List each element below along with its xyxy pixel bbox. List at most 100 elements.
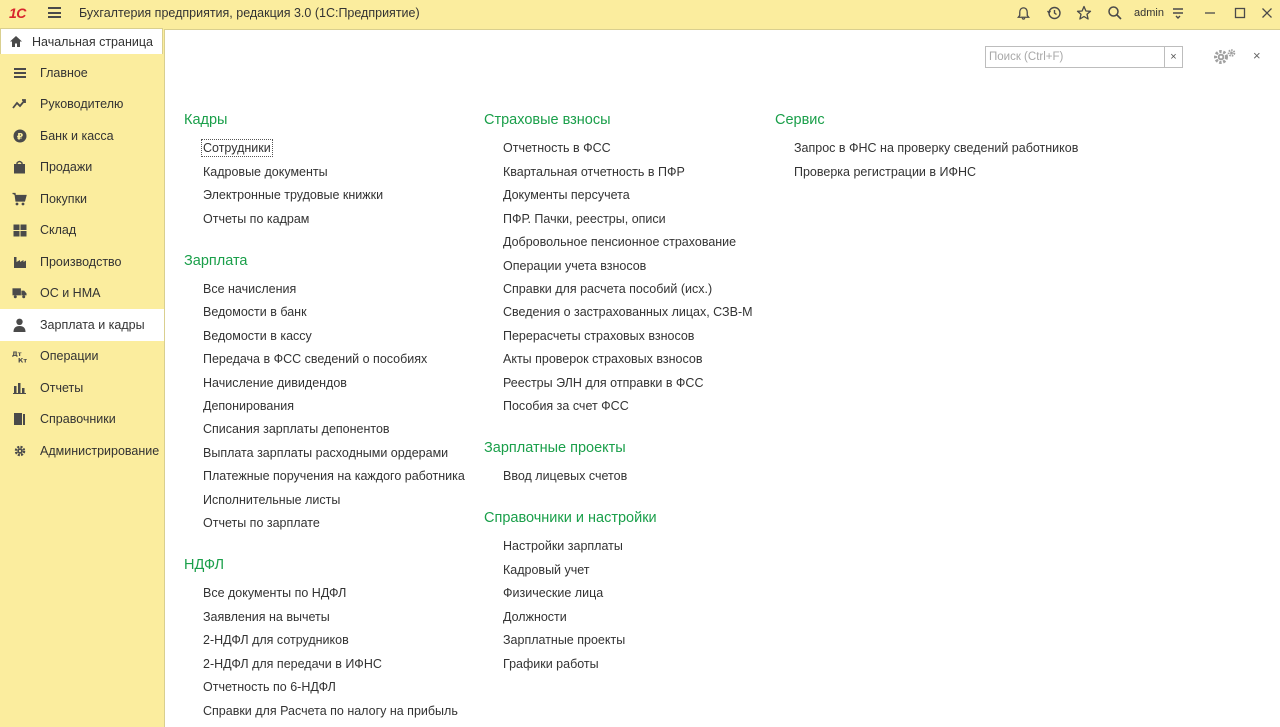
shopping-bag-icon <box>12 160 27 175</box>
link-otchety-po-zarplate[interactable]: Отчеты по зарплате <box>203 516 320 530</box>
link-pfr-pachki[interactable]: ПФР. Пачки, реестры, описи <box>503 212 666 226</box>
bar-chart-icon <box>12 380 27 395</box>
link-pereraschety[interactable]: Перерасчеты страховых взносов <box>503 329 694 343</box>
link-vse-dokumenty-ndfl[interactable]: Все документы по НДФЛ <box>203 586 346 600</box>
truck-icon <box>12 286 27 301</box>
user-name[interactable]: admin <box>1134 7 1164 19</box>
sidebar-item-os-nma[interactable]: ОС и НМА <box>0 278 164 310</box>
link-peredacha-fss[interactable]: Передача в ФСС сведений о пособиях <box>203 352 427 366</box>
section-zarplata: Зарплата <box>184 253 248 276</box>
sidebar-item-label: Руководителю <box>40 97 124 112</box>
search-clear-button[interactable]: × <box>1164 47 1182 67</box>
link-ispolnitelnye-listy[interactable]: Исполнительные листы <box>203 493 340 507</box>
search-input[interactable] <box>986 47 1161 67</box>
maximize-icon[interactable] <box>1231 4 1249 22</box>
link-vse-nachisleniya[interactable]: Все начисления <box>203 282 296 296</box>
panel-close-button[interactable]: × <box>1253 48 1261 63</box>
link-grafiki-raboty[interactable]: Графики работы <box>503 657 599 671</box>
link-akty-proverok[interactable]: Акты проверок страховых взносов <box>503 352 702 366</box>
link-dolzhnosti[interactable]: Должности <box>503 610 567 624</box>
sidebar-item-sklad[interactable]: Склад <box>0 215 164 247</box>
link-kadrovyy-uchet[interactable]: Кадровый учет <box>503 563 590 577</box>
panel-settings-gear-icon[interactable] <box>1212 46 1236 68</box>
main-menu-icon[interactable] <box>48 7 61 18</box>
title-bar: 1С Бухгалтерия предприятия, редакция 3.0… <box>0 0 1280 26</box>
search-icon[interactable] <box>1106 4 1124 22</box>
sidebar-item-proizvodstvo[interactable]: Производство <box>0 246 164 278</box>
link-kvartalnaya-pfr[interactable]: Квартальная отчетность в ПФР <box>503 165 685 179</box>
warehouse-grid-icon <box>12 223 27 238</box>
link-otchetnost-fss[interactable]: Отчетность в ФСС <box>503 141 611 155</box>
link-spravki-posobiy[interactable]: Справки для расчета пособий (исх.) <box>503 282 712 296</box>
link-posobiya-fss[interactable]: Пособия за счет ФСС <box>503 399 629 413</box>
link-kadrovye-dokumenty[interactable]: Кадровые документы <box>203 165 328 179</box>
person-icon <box>12 317 27 332</box>
sidebar-item-label: Покупки <box>40 191 88 206</box>
tab-home-label: Начальная страница <box>32 34 153 49</box>
settings-menu-icon[interactable] <box>1169 4 1187 22</box>
section-ndfl: НДФЛ <box>184 557 224 580</box>
cart-icon <box>12 191 27 206</box>
link-reestry-eln[interactable]: Реестры ЭЛН для отправки в ФСС <box>503 376 704 390</box>
link-dokumenty-persucheta[interactable]: Документы персучета <box>503 188 630 202</box>
sidebar-item-label: Справочники <box>40 412 116 427</box>
link-fizicheskie-lica[interactable]: Физические лица <box>503 586 603 600</box>
section-title-strakh: Страховые взносы <box>484 112 611 128</box>
link-spisaniya-zarplaty[interactable]: Списания зарплаты депонентов <box>203 422 390 436</box>
app-title: Бухгалтерия предприятия, редакция 3.0 (1… <box>79 6 420 20</box>
bell-icon[interactable] <box>1014 4 1032 22</box>
main-panel: × × Кадры Сотрудники Кадровые документы … <box>164 29 1280 727</box>
link-sotrudniki[interactable]: Сотрудники <box>201 139 273 157</box>
link-zapros-fns[interactable]: Запрос в ФНС на проверку сведений работн… <box>794 141 1078 155</box>
link-vvod-licevyh-schetov[interactable]: Ввод лицевых счетов <box>503 469 627 483</box>
link-operacii-ucheta[interactable]: Операции учета взносов <box>503 259 646 273</box>
link-otchety-po-kadram[interactable]: Отчеты по кадрам <box>203 212 309 226</box>
sidebar: Главное Руководителю ₽ Банк и касса Прод… <box>0 57 164 467</box>
section-title-ndfl: НДФЛ <box>184 557 225 573</box>
sidebar-item-glavnoe[interactable]: Главное <box>0 57 164 89</box>
sidebar-item-label: Администрирование <box>40 443 160 458</box>
link-2ndfl-ifns[interactable]: 2-НДФЛ для передачи в ИФНС <box>203 657 382 671</box>
link-vedomosti-v-bank[interactable]: Ведомости в банк <box>203 305 307 319</box>
link-zayavleniya-na-vychety[interactable]: Заявления на вычеты <box>203 610 330 624</box>
svg-text:₽: ₽ <box>16 132 22 142</box>
close-window-icon[interactable] <box>1258 4 1276 22</box>
tab-home[interactable]: Начальная страница <box>0 28 163 54</box>
sidebar-item-otchety[interactable]: Отчеты <box>0 372 164 404</box>
sidebar-item-label: Отчеты <box>40 380 84 395</box>
link-2ndfl-sotrudnikov[interactable]: 2-НДФЛ для сотрудников <box>203 633 349 647</box>
sidebar-item-zarplata[interactable]: Зарплата и кадры <box>0 309 164 341</box>
history-icon[interactable] <box>1045 4 1063 22</box>
sidebar-item-bank[interactable]: ₽ Банк и касса <box>0 120 164 152</box>
link-vedomosti-v-kassu[interactable]: Ведомости в кассу <box>203 329 312 343</box>
sidebar-item-administrirovanie[interactable]: Администрирование <box>0 435 164 467</box>
link-zarplatnye-proekty[interactable]: Зарплатные проекты <box>503 633 625 647</box>
section-strakh: Страховые взносы <box>484 112 611 135</box>
favorites-star-icon[interactable] <box>1075 4 1093 22</box>
section-title-servis: Сервис <box>775 112 825 128</box>
minimize-icon[interactable] <box>1201 4 1219 22</box>
link-elektronnye-trudovye[interactable]: Электронные трудовые книжки <box>203 188 383 202</box>
link-proverka-registracii[interactable]: Проверка регистрации в ИФНС <box>794 165 976 179</box>
link-szv-m[interactable]: Сведения о застрахованных лицах, СЗВ-М <box>503 305 753 319</box>
svg-text:Кт: Кт <box>18 357 27 364</box>
link-spravki-nalog-pribyl[interactable]: Справки для Расчета по налогу на прибыль <box>203 704 458 718</box>
sidebar-item-spravochniki[interactable]: Справочники <box>0 404 164 436</box>
link-deponirovaniya[interactable]: Депонирования <box>203 399 294 413</box>
ruble-coin-icon: ₽ <box>12 128 27 143</box>
link-nastroyki-zarplaty[interactable]: Настройки зарплаты <box>503 539 623 553</box>
section-title-proekty: Зарплатные проекты <box>484 440 626 456</box>
link-dobrovolnoe-pensionnoe[interactable]: Добровольное пенсионное страхование <box>503 235 736 249</box>
link-nachislenie-dividendov[interactable]: Начисление дивидендов <box>203 376 347 390</box>
link-platezhnye-porucheniya[interactable]: Платежные поручения на каждого работника <box>203 469 465 483</box>
section-title-kadry: Кадры <box>184 112 228 128</box>
link-vyplata-raskhodnymi[interactable]: Выплата зарплаты расходными ордерами <box>203 446 448 460</box>
sidebar-item-rukovoditelyu[interactable]: Руководителю <box>0 89 164 121</box>
factory-icon <box>12 254 27 269</box>
link-otchetnost-6ndfl[interactable]: Отчетность по 6-НДФЛ <box>203 680 336 694</box>
sidebar-item-operacii[interactable]: Дт Кт Операции <box>0 341 164 373</box>
sidebar-item-prodazhi[interactable]: Продажи <box>0 152 164 184</box>
sidebar-item-pokupki[interactable]: Покупки <box>0 183 164 215</box>
sidebar-item-label: Продажи <box>40 160 93 175</box>
books-icon <box>12 412 27 427</box>
